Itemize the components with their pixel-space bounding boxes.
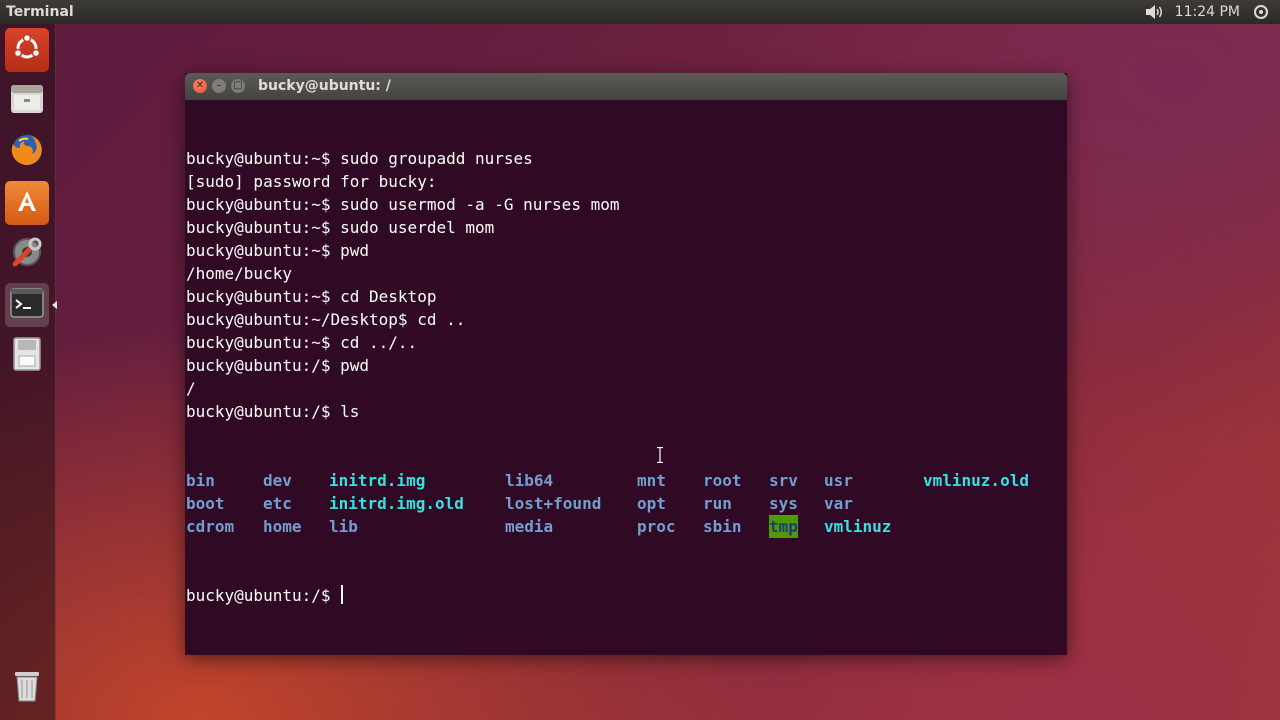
ls-entry-srv: srv (769, 471, 798, 490)
ls-entry-dev: dev (263, 471, 292, 490)
ls-entry-vmlinuz: vmlinuz (824, 517, 892, 536)
terminal-line: bucky@ubuntu:~$ cd ../.. (186, 333, 418, 352)
ls-entry-etc: etc (263, 494, 292, 513)
close-button[interactable]: ✕ (193, 79, 207, 93)
ls-entry-opt: opt (637, 494, 666, 513)
terminal-line: [sudo] password for bucky: (186, 172, 437, 191)
ls-entry-tmp: tmp (769, 515, 798, 538)
terminal-line: bucky@ubuntu:~$ sudo userdel mom (186, 218, 495, 237)
ls-output: bin dev initrd.img lib64 mnt root srv usr vmlinu… (186, 469, 1066, 538)
software-center-icon (12, 186, 42, 220)
dash-home-icon (12, 33, 42, 67)
drive-icon (11, 336, 43, 376)
ls-entry-sys: sys (769, 494, 798, 513)
close-icon: ✕ (195, 80, 205, 91)
drive-button[interactable] (5, 334, 49, 378)
ls-entry-lib64: lib64 (505, 471, 554, 490)
terminal-button[interactable] (5, 283, 57, 327)
terminal-line: bucky@ubuntu:~$ sudo usermod -a -G nurse… (186, 195, 620, 214)
trash-icon (12, 668, 42, 708)
mouse-ibeam-cursor-icon (657, 446, 663, 464)
ls-entry-home: home (263, 517, 302, 536)
terminal-line: bucky@ubuntu:~/Desktop$ cd .. (186, 310, 466, 329)
ls-row: cdrom home lib media proc sbin tmp vmlinuz (186, 515, 1066, 538)
ls-entry-boot: boot (186, 494, 225, 513)
terminal-line: / (186, 379, 196, 398)
power-gear-icon[interactable] (1250, 2, 1272, 22)
ls-entry-root: root (703, 471, 742, 490)
app-title: Terminal (6, 4, 74, 20)
panel-indicators: 11:24 PM (1143, 2, 1272, 22)
ls-row: bin dev initrd.img lib64 mnt root srv usr vmlinu… (186, 469, 1066, 492)
terminal-line: bucky@ubuntu:~$ pwd (186, 241, 370, 260)
trash-button[interactable] (5, 666, 49, 710)
ls-entry-initrd-img: initrd.img (329, 471, 426, 490)
minimize-icon: – (216, 80, 222, 91)
ls-row: boot etc initrd.img.old lost+found opt run sys… (186, 492, 1066, 515)
terminal-line: bucky@ubuntu:/$ pwd (186, 356, 370, 375)
terminal-line: bucky@ubuntu:~$ sudo groupadd nurses (186, 149, 533, 168)
ls-entry-run: run (703, 494, 732, 513)
minimize-button[interactable]: – (212, 79, 226, 93)
terminal-line: bucky@ubuntu:/$ ls (186, 402, 360, 421)
files-icon (9, 82, 45, 120)
firefox-icon (9, 132, 45, 172)
ls-entry-var: var (824, 494, 853, 513)
ls-entry-lost-found: lost+found (505, 494, 602, 513)
ls-entry-vmlinuz-old: vmlinuz.old (923, 471, 1029, 490)
ls-entry-media: media (505, 517, 554, 536)
ls-entry-bin: bin (186, 471, 215, 490)
terminal-window[interactable]: ✕ – □ bucky@ubuntu: / bucky@ubuntu:~$ su… (185, 73, 1067, 655)
terminal-icon (10, 288, 44, 322)
maximize-icon: □ (233, 80, 243, 91)
ls-entry-mnt: mnt (637, 471, 666, 490)
firefox-button[interactable] (5, 130, 49, 174)
window-titlebar[interactable]: ✕ – □ bucky@ubuntu: / (185, 73, 1067, 100)
command-history: bucky@ubuntu:~$ sudo groupadd nurses [sud… (186, 147, 1066, 423)
top-panel: Terminal 11:24 PM (0, 0, 1280, 24)
launcher (0, 24, 57, 720)
ls-entry-usr: usr (824, 471, 853, 490)
ls-entry-lib: lib (329, 517, 358, 536)
system-settings-icon (9, 234, 45, 274)
system-settings-button[interactable] (5, 232, 49, 276)
volume-icon[interactable] (1143, 2, 1165, 22)
terminal-output[interactable]: bucky@ubuntu:~$ sudo groupadd nurses [sud… (186, 101, 1066, 653)
ls-entry-initrd-img-old: initrd.img.old (329, 494, 464, 513)
window-title: bucky@ubuntu: / (258, 78, 391, 94)
text-cursor (341, 585, 344, 604)
current-prompt-line[interactable]: bucky@ubuntu:/$ (186, 584, 1066, 607)
ls-entry-cdrom: cdrom (186, 517, 235, 536)
ls-entry-sbin: sbin (703, 517, 742, 536)
terminal-line: /home/bucky (186, 264, 292, 283)
ls-entry-proc: proc (637, 517, 676, 536)
maximize-button[interactable]: □ (231, 79, 245, 93)
terminal-line: bucky@ubuntu:~$ cd Desktop (186, 287, 437, 306)
files-button[interactable] (5, 79, 49, 123)
clock[interactable]: 11:24 PM (1175, 4, 1240, 20)
prompt: bucky@ubuntu:/$ (186, 586, 341, 605)
software-center-button[interactable] (5, 181, 49, 225)
dash-home-button[interactable] (5, 28, 49, 72)
